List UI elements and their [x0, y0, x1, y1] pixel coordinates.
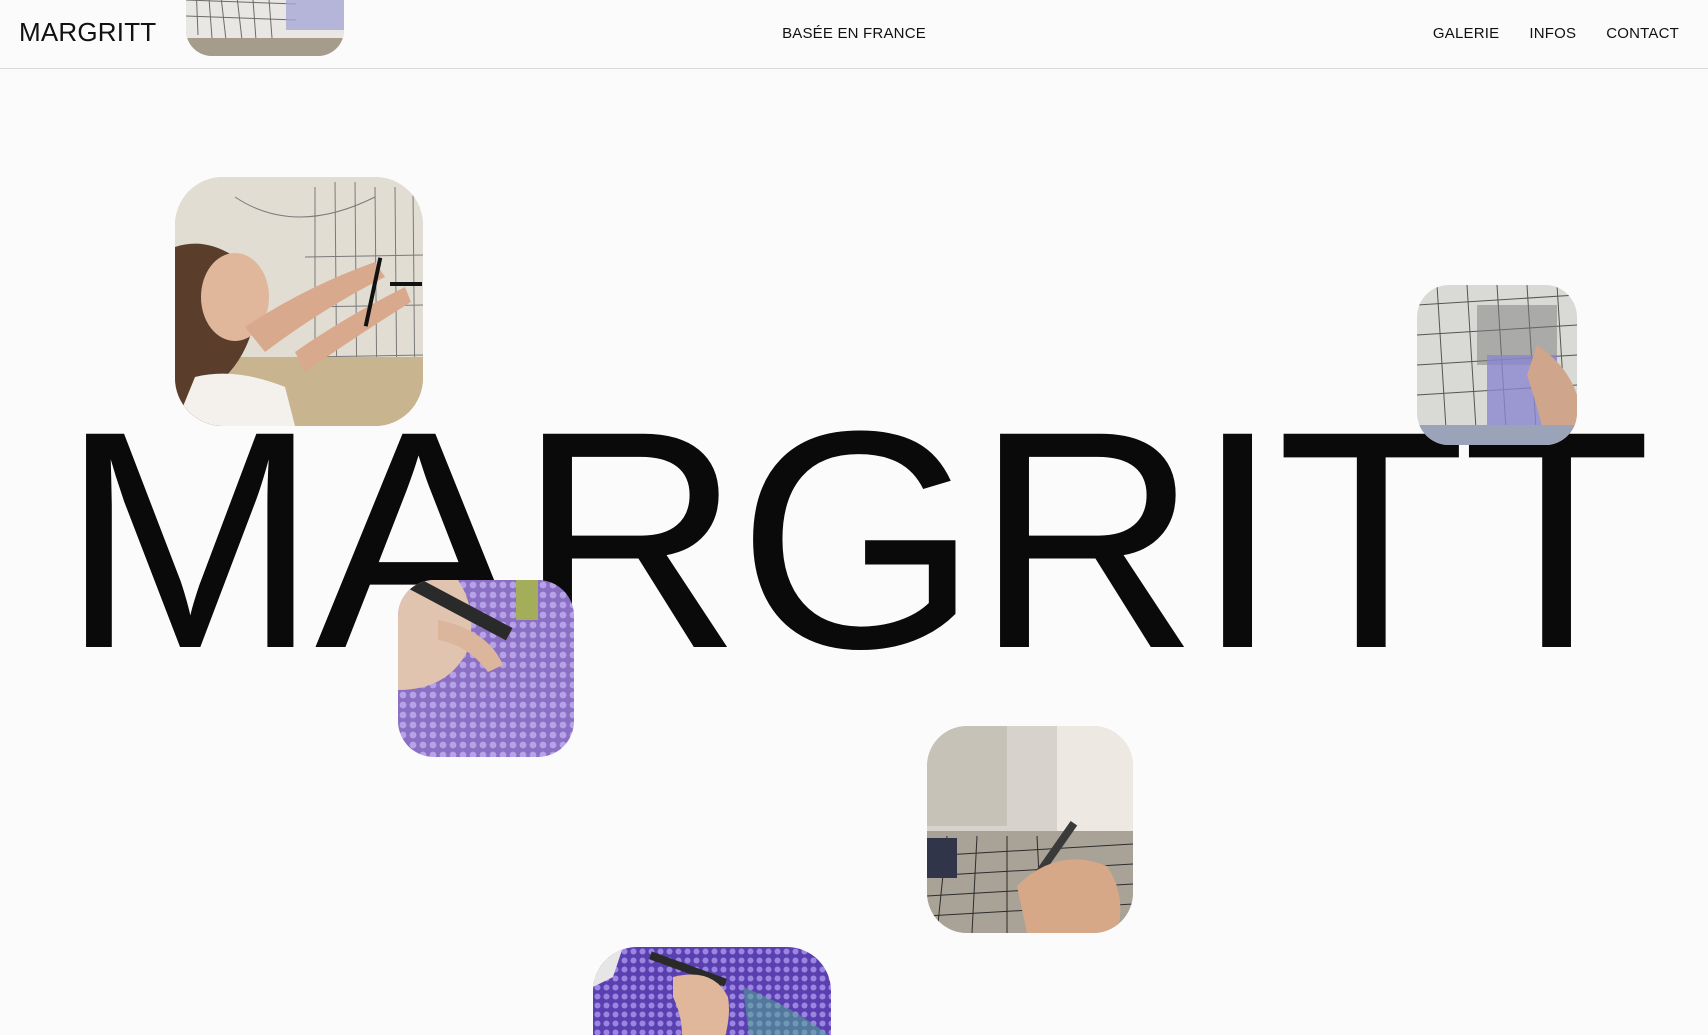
purple-stippling-image[interactable] — [398, 580, 574, 757]
header-thumbnail-image — [186, 0, 344, 56]
artist-drawing-wall-image[interactable] — [175, 177, 423, 426]
purple-colorful-stippling-image[interactable] — [593, 947, 831, 1035]
page: MARGRITT BASÉE EN FRANCE GALERIE INFOS C… — [0, 0, 1708, 1035]
drawing-in-room-image[interactable] — [927, 726, 1133, 933]
nav-contact[interactable]: CONTACT — [1606, 25, 1679, 42]
site-header: MARGRITT BASÉE EN FRANCE GALERIE INFOS C… — [0, 0, 1708, 69]
nav-infos[interactable]: INFOS — [1529, 25, 1576, 42]
architecture-drawing-image[interactable] — [1417, 285, 1577, 445]
main-nav: GALERIE INFOS CONTACT — [1433, 25, 1679, 42]
nav-galerie[interactable]: GALERIE — [1433, 25, 1499, 42]
